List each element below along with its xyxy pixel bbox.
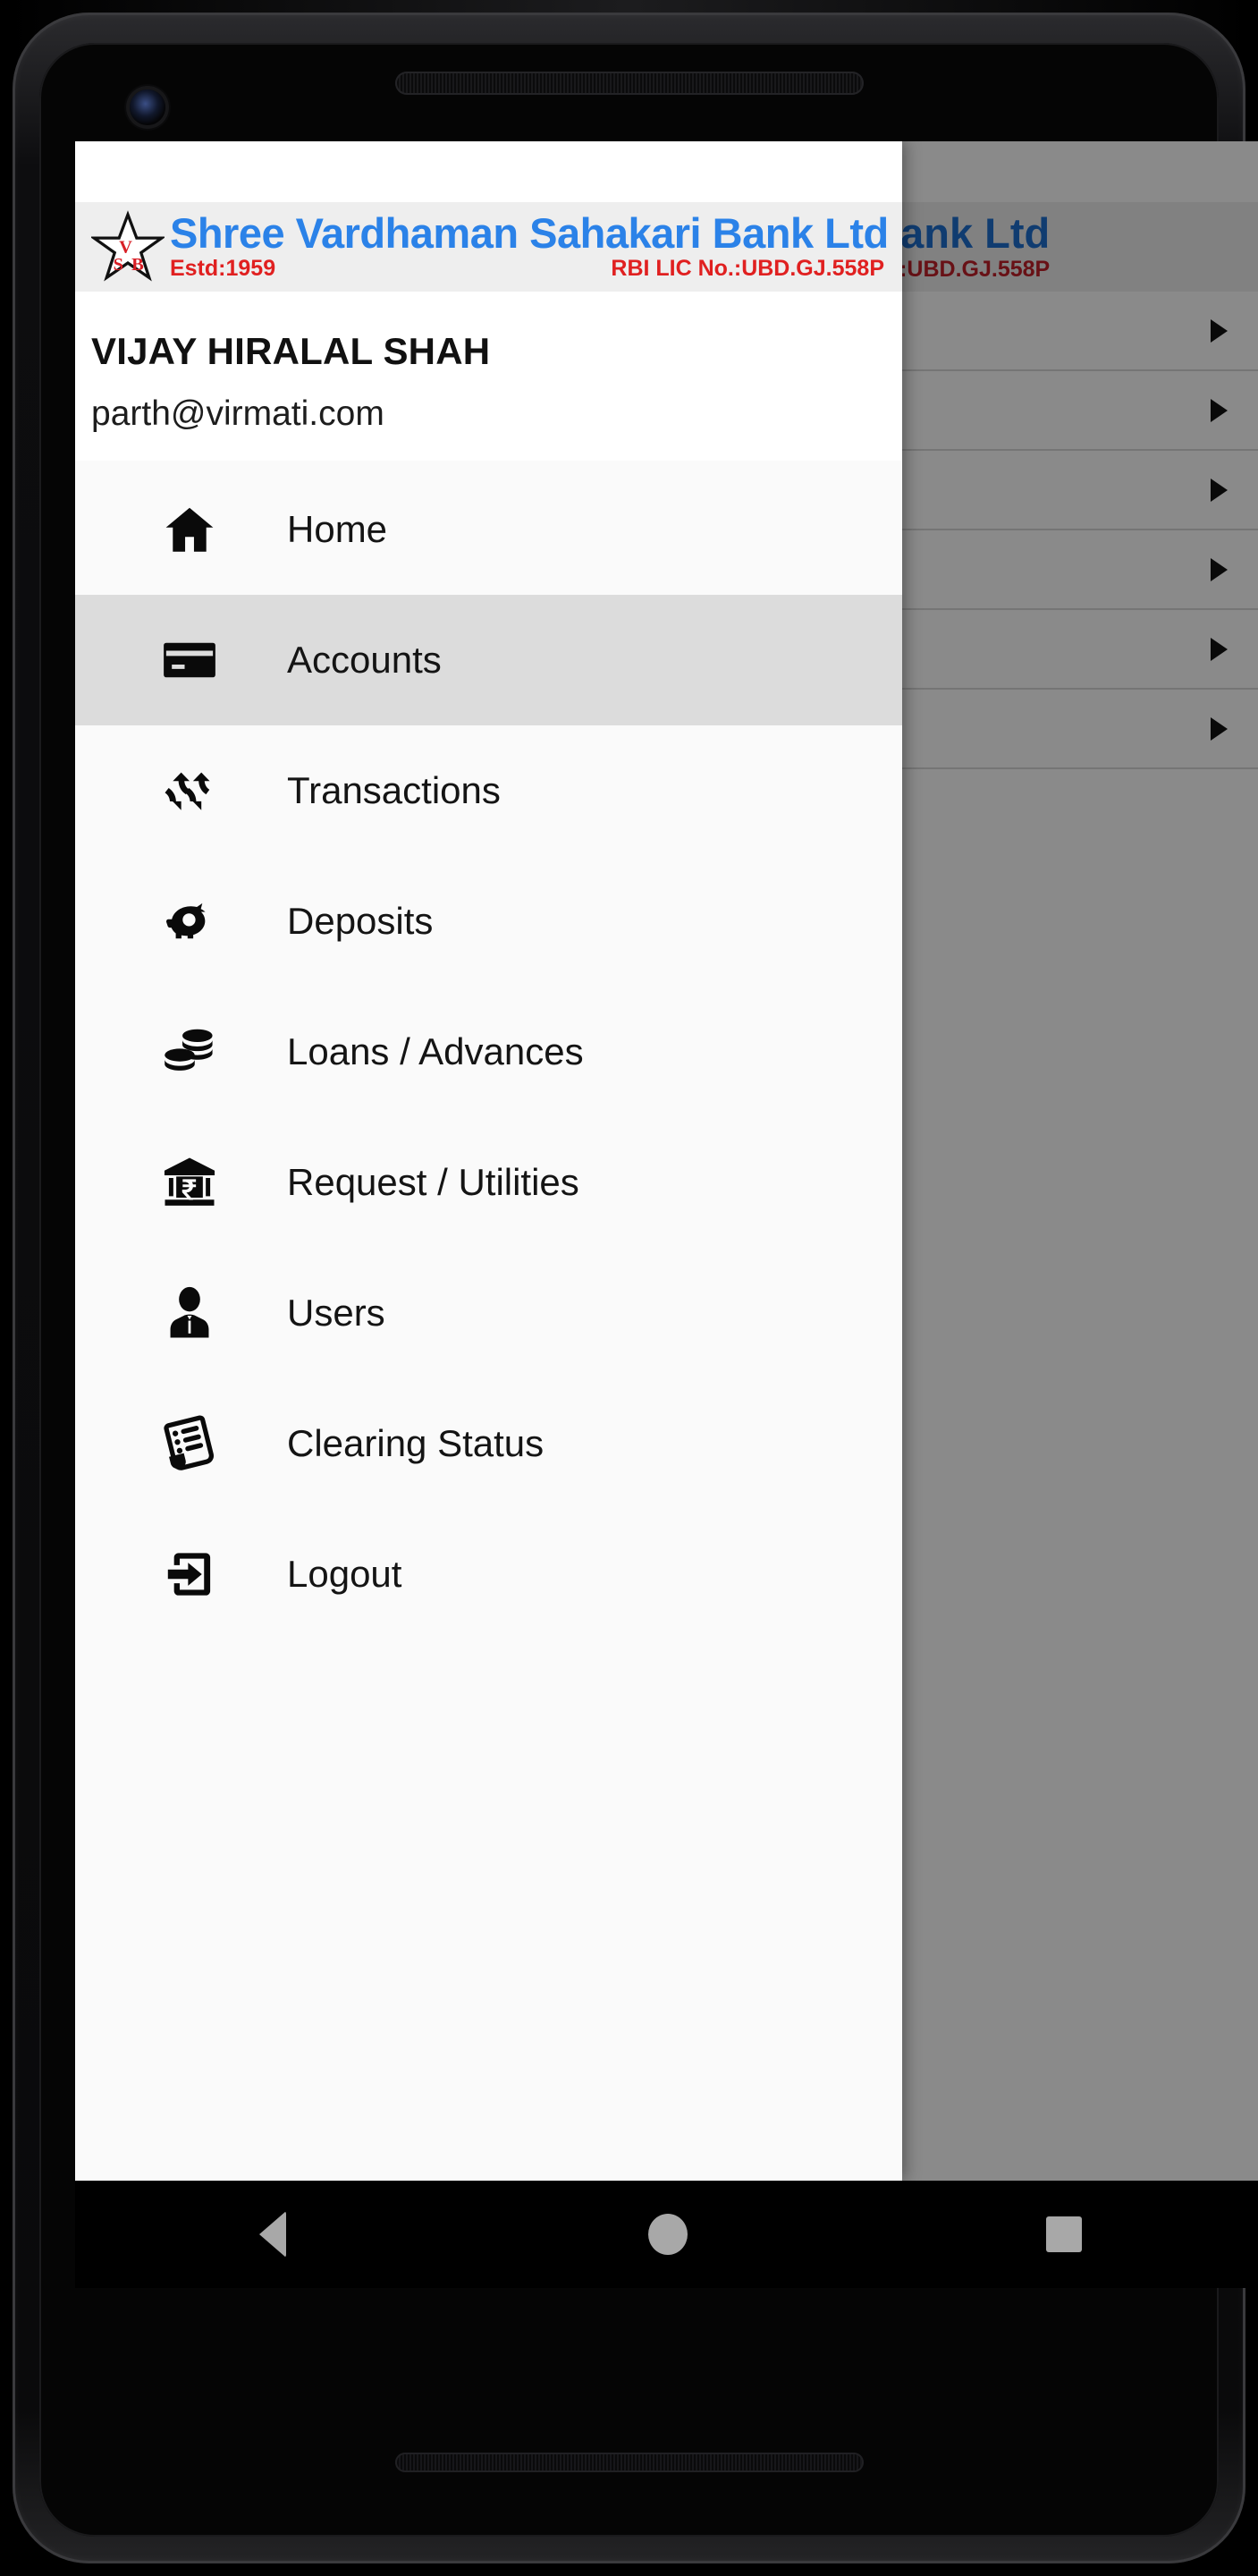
sidebar-item-clearing-status[interactable]: Clearing Status — [75, 1378, 902, 1509]
android-navigation-bar — [75, 2181, 1258, 2288]
sidebar-item-label: Loans / Advances — [287, 1030, 584, 1073]
svg-text:V: V — [119, 238, 132, 258]
sidebar-item-label: Home — [287, 508, 388, 551]
sidebar-item-label: Transactions — [287, 769, 501, 812]
drawer-top-padding — [75, 141, 902, 202]
user-name: VIJAY HIRALAL SHAH — [91, 330, 491, 372]
credit-card-icon — [160, 631, 219, 690]
nav-recents-button[interactable] — [992, 2181, 1136, 2288]
sidebar-item-loans-advances[interactable]: Loans / Advances — [75, 987, 902, 1117]
bank-rupee-icon — [160, 1153, 219, 1212]
piggy-bank-icon — [160, 892, 219, 951]
chevron-right-triangle-icon — [1211, 637, 1228, 661]
back-triangle-icon — [259, 2211, 287, 2258]
sidebar-item-label: Clearing Status — [287, 1422, 545, 1465]
chevron-right-triangle-icon — [1211, 318, 1228, 343]
navigation-drawer: V S B Shree Vardhaman Sahakari Bank Ltd … — [75, 141, 902, 2181]
sidebar-item-request-utilities[interactable]: Request / Utilities — [75, 1117, 902, 1248]
bank-established: Estd:1959 — [170, 256, 276, 282]
chevron-right-triangle-icon — [1211, 398, 1228, 422]
logout-arrow-icon — [160, 1545, 219, 1604]
svg-text:S: S — [114, 255, 123, 275]
sidebar-item-label: Request / Utilities — [287, 1161, 579, 1204]
exchange-arrows-icon — [160, 761, 219, 820]
phone-frame: Shree Vardhaman Sahakari Bank Ltd Estd:1… — [0, 0, 1258, 2576]
drawer-bank-text: Shree Vardhaman Sahakari Bank Ltd Estd:1… — [170, 208, 902, 283]
user-person-icon — [160, 1284, 219, 1343]
nav-home-button[interactable] — [596, 2181, 739, 2288]
sidebar-item-users[interactable]: Users — [75, 1248, 902, 1378]
sidebar-item-deposits[interactable]: Deposits — [75, 856, 902, 987]
chevron-right-triangle-icon — [1211, 557, 1228, 581]
bank-subtitle: Estd:1959 RBI LIC No.:UBD.GJ.558P — [170, 256, 902, 282]
recents-square-icon — [1045, 2216, 1082, 2252]
sidebar-item-home[interactable]: Home — [75, 464, 902, 595]
home-icon — [160, 500, 219, 559]
sidebar-item-transactions[interactable]: Transactions — [75, 725, 902, 856]
bottom-speaker-slot-icon — [394, 2453, 864, 2472]
bank-name: Shree Vardhaman Sahakari Bank Ltd — [170, 208, 889, 257]
chevron-right-triangle-icon — [1211, 716, 1228, 741]
phone-body: Shree Vardhaman Sahakari Bank Ltd Estd:1… — [13, 13, 1258, 2563]
speaker-grille-icon — [394, 72, 864, 95]
phone-bezel: Shree Vardhaman Sahakari Bank Ltd Estd:1… — [39, 43, 1258, 2537]
sidebar-item-label: Users — [287, 1292, 385, 1335]
chevron-right-triangle-icon — [1211, 478, 1228, 502]
sidebar-item-label: Accounts — [287, 639, 442, 682]
sidebar-item-logout[interactable]: Logout — [75, 1509, 902, 1640]
bank-license: RBI LIC No.:UBD.GJ.558P — [611, 256, 884, 282]
home-circle-icon — [648, 2214, 688, 2255]
sidebar-item-accounts[interactable]: Accounts — [75, 595, 902, 726]
nav-back-button[interactable] — [201, 2181, 344, 2288]
drawer-bank-header: V S B Shree Vardhaman Sahakari Bank Ltd … — [75, 202, 902, 292]
phone-screen: Shree Vardhaman Sahakari Bank Ltd Estd:1… — [75, 141, 1258, 2181]
document-list-icon — [160, 1414, 219, 1473]
drawer-menu-list: Home Accounts Transactions Deposits Loan… — [75, 461, 902, 2181]
star-logo-vsb-icon: V S B — [89, 210, 166, 284]
user-email: parth@virmati.com — [91, 394, 384, 434]
svg-text:B: B — [131, 255, 144, 275]
sidebar-item-label: Deposits — [287, 900, 434, 943]
drawer-user-header: VIJAY HIRALAL SHAH parth@virmati.com — [75, 292, 902, 462]
coin-stack-icon — [160, 1022, 219, 1081]
front-camera-icon — [130, 89, 165, 125]
sidebar-item-label: Logout — [287, 1553, 402, 1596]
